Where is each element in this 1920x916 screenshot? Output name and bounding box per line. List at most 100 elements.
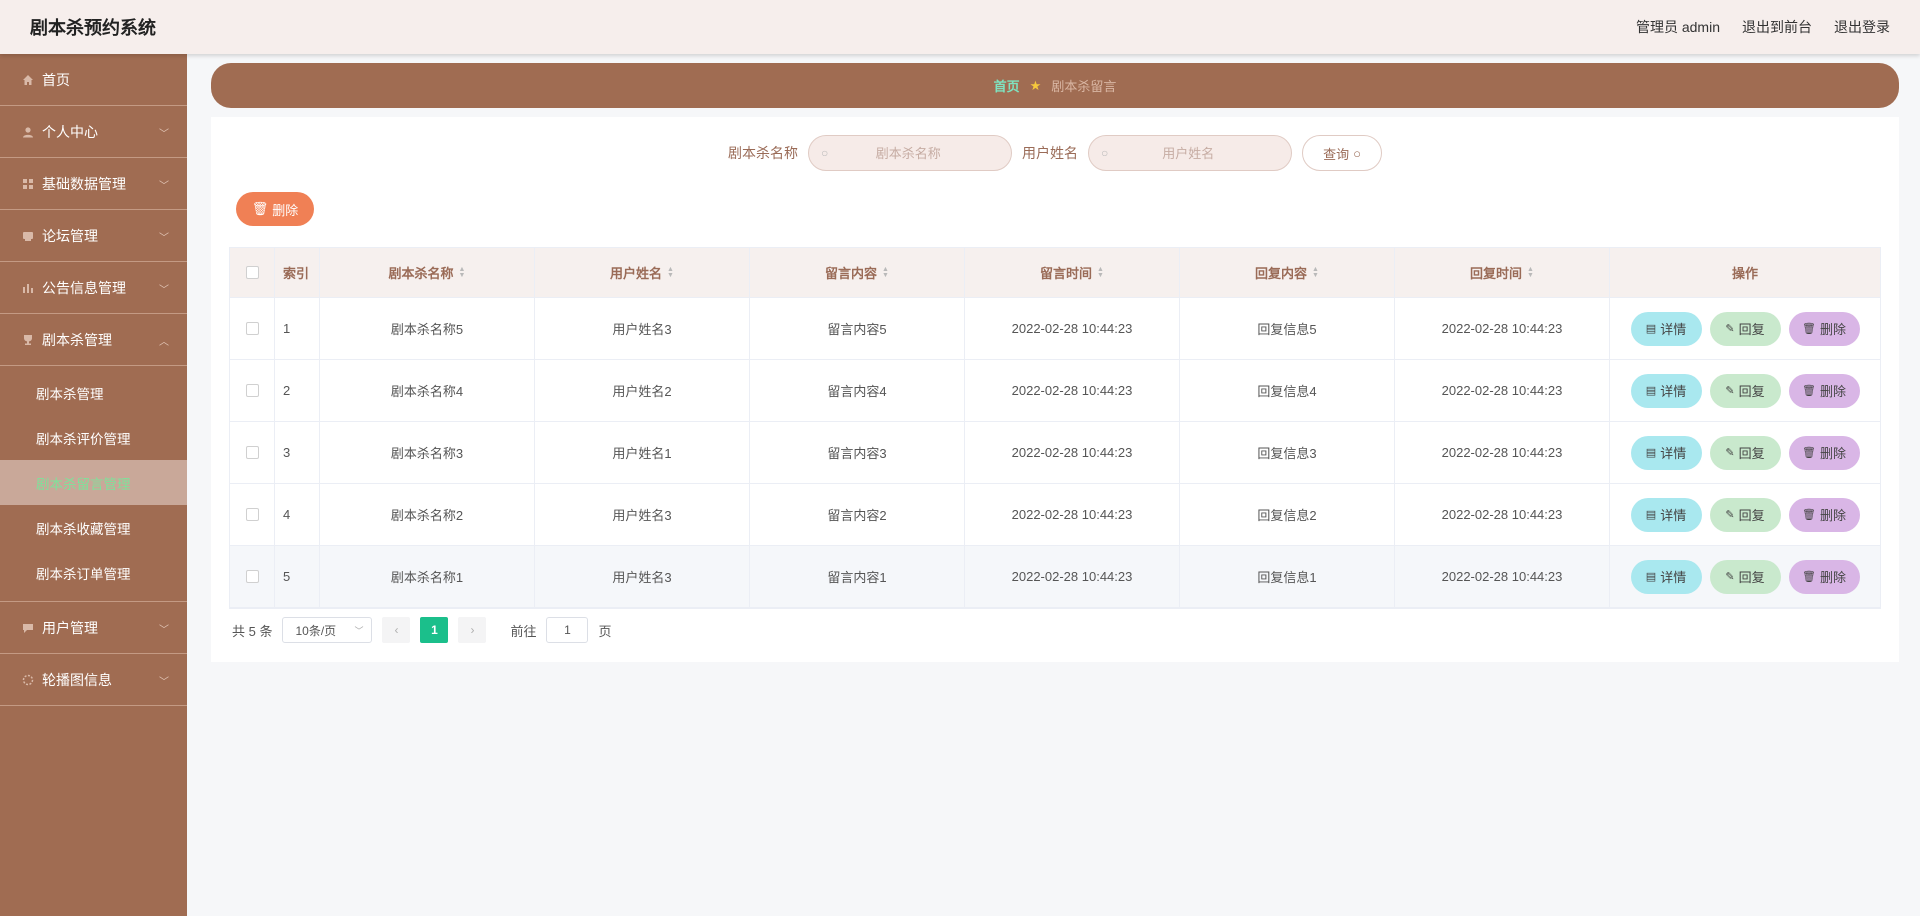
sidebar-item-home[interactable]: 首页	[0, 54, 187, 106]
name-search-input[interactable]	[828, 145, 989, 161]
sidebar-subitem-script-manage[interactable]: 剧本杀管理	[0, 370, 187, 415]
breadcrumb-home[interactable]: 首页	[994, 76, 1020, 95]
col-user-name[interactable]: 用户姓名 ▲ ▼	[535, 248, 750, 297]
document-icon: ▤	[1645, 571, 1657, 583]
sidebar-item-user-manage[interactable]: 用户管理 ﹀	[0, 602, 187, 654]
select-all-checkbox[interactable]	[245, 266, 259, 279]
prev-page-button[interactable]: ‹	[382, 617, 411, 643]
reply-button[interactable]: ✎ 回复	[1709, 559, 1781, 594]
sidebar-subitem-message-manage[interactable]: 剧本杀留言管理	[0, 460, 187, 505]
submenu-script-kill: 剧本杀管理 剧本杀评价管理 剧本杀留言管理 剧本杀收藏管理 剧本杀订单管理	[0, 366, 187, 602]
row-checkbox[interactable]	[245, 322, 259, 335]
row-actions: ▤ 详情 ✎ 回复 🗑 删除	[1610, 546, 1880, 607]
row-reply-time: 2022-02-28 10:44:23	[1395, 360, 1610, 421]
main-panel: 剧本杀名称 ○ 用户姓名 ○ 查询 ○ 🗑 删除 索引 剧本杀名称 ▲▼ 用户姓名…	[211, 117, 1899, 662]
row-script-name: 剧本杀名称3	[320, 422, 535, 483]
goto-page-input[interactable]	[546, 617, 589, 643]
breadcrumb: 首页 ★ 剧本杀留言	[211, 63, 1899, 108]
table-row: 1 剧本杀名称5 用户姓名3 留言内容5 2022-02-28 10:44:23…	[230, 298, 1880, 360]
page-size-select[interactable]: 10条/页 ﹀	[282, 617, 373, 643]
delete-button[interactable]: 🗑 删除	[1788, 373, 1860, 408]
batch-delete-button[interactable]: 🗑 删除	[236, 192, 314, 226]
row-reply-content: 回复信息4	[1180, 360, 1395, 421]
table-row: 3 剧本杀名称3 用户姓名1 留言内容3 2022-02-28 10:44:23…	[230, 422, 1880, 484]
sidebar-item-carousel[interactable]: 轮播图信息 ﹀	[0, 654, 187, 706]
delete-label: 删除	[1819, 446, 1846, 461]
sidebar-item-basic-data[interactable]: 基础数据管理 ﹀	[0, 158, 187, 210]
page-number-current[interactable]: 1	[420, 617, 449, 643]
detail-label: 详情	[1660, 322, 1687, 337]
row-message-content: 留言内容3	[750, 422, 965, 483]
trash-icon: 🗑	[1802, 571, 1816, 583]
row-user-name: 用户姓名3	[535, 298, 750, 359]
detail-button[interactable]: ▤ 详情	[1630, 373, 1702, 408]
delete-button[interactable]: 🗑 删除	[1788, 435, 1860, 470]
detail-button[interactable]: ▤ 详情	[1630, 435, 1702, 470]
home-icon	[23, 74, 33, 85]
table-row: 4 剧本杀名称2 用户姓名3 留言内容2 2022-02-28 10:44:23…	[230, 484, 1880, 546]
edit-icon: ✎	[1725, 447, 1735, 459]
delete-button[interactable]: 🗑 删除	[1788, 311, 1860, 346]
delete-button[interactable]: 🗑 删除	[1788, 497, 1860, 532]
goto-prefix: 前往	[510, 623, 537, 639]
row-reply-time: 2022-02-28 10:44:23	[1395, 422, 1610, 483]
row-reply-content: 回复信息5	[1180, 298, 1395, 359]
row-checkbox[interactable]	[245, 384, 259, 397]
col-message-content[interactable]: 留言内容 ▲ ▼	[750, 248, 965, 297]
col-script-name[interactable]: 剧本杀名称 ▲ ▼	[320, 248, 535, 297]
reply-button[interactable]: ✎ 回复	[1709, 497, 1781, 532]
chevron-down-icon: ﹀	[159, 677, 169, 688]
detail-button[interactable]: ▤ 详情	[1630, 311, 1702, 346]
reply-button[interactable]: ✎ 回复	[1709, 373, 1781, 408]
admin-label: 管理员 admin	[1635, 19, 1720, 35]
reply-button[interactable]: ✎ 回复	[1709, 435, 1781, 470]
sidebar-item-label: 轮播图信息	[42, 671, 112, 688]
reply-label: 回复	[1738, 508, 1765, 523]
reply-button[interactable]: ✎ 回复	[1709, 311, 1781, 346]
row-message-time: 2022-02-28 10:44:23	[965, 298, 1180, 359]
top-header: 剧本杀预约系统 管理员 admin 退出到前台 退出登录	[0, 0, 1920, 54]
sidebar-item-forum[interactable]: 论坛管理 ﹀	[0, 210, 187, 262]
user-search-field: ○	[1088, 135, 1292, 171]
sidebar-item-script-kill[interactable]: 剧本杀管理 ︿	[0, 314, 187, 366]
col-reply-content[interactable]: 回复内容 ▲ ▼	[1180, 248, 1395, 297]
row-select-cell	[230, 484, 275, 545]
row-checkbox[interactable]	[245, 446, 259, 459]
sidebar: 首页 个人中心 ﹀ 基础数据管理 ﹀ 论坛管理 ﹀ 公告信息管理 ﹀ 剧本杀管理…	[0, 54, 187, 916]
chevron-down-icon: ﹀	[159, 285, 169, 296]
sidebar-subitem-review-manage[interactable]: 剧本杀评价管理	[0, 415, 187, 460]
total-count: 共 5 条	[232, 623, 273, 639]
delete-label: 删除	[1819, 570, 1846, 585]
next-page-button[interactable]: ›	[458, 617, 487, 643]
user-icon	[23, 126, 33, 137]
row-checkbox[interactable]	[245, 570, 259, 583]
sidebar-subitem-order-manage[interactable]: 剧本杀订单管理	[0, 550, 187, 595]
delete-button[interactable]: 🗑 删除	[1788, 559, 1860, 594]
logout-link[interactable]: 退出登录	[1834, 17, 1890, 37]
row-message-time: 2022-02-28 10:44:23	[965, 422, 1180, 483]
edit-icon: ✎	[1725, 323, 1735, 335]
sidebar-item-notice[interactable]: 公告信息管理 ﹀	[0, 262, 187, 314]
table-row: 2 剧本杀名称4 用户姓名2 留言内容4 2022-02-28 10:44:23…	[230, 360, 1880, 422]
delete-label: 删除	[1819, 508, 1846, 523]
sidebar-subitem-favorite-manage[interactable]: 剧本杀收藏管理	[0, 505, 187, 550]
col-reply-time[interactable]: 回复时间 ▲ ▼	[1395, 248, 1610, 297]
user-search-input[interactable]	[1108, 145, 1269, 161]
document-icon: ▤	[1645, 323, 1657, 335]
app-title: 剧本杀预约系统	[30, 18, 156, 38]
pagination: 共 5 条 10条/页 ﹀ ‹ 1 › 前往 页	[232, 617, 612, 643]
reply-label: 回复	[1738, 322, 1765, 337]
chevron-down-icon: ﹀	[159, 129, 169, 140]
to-front-link[interactable]: 退出到前台	[1742, 17, 1812, 37]
batch-delete-label: 删除	[272, 202, 299, 218]
row-message-time: 2022-02-28 10:44:23	[965, 484, 1180, 545]
col-message-time[interactable]: 留言时间 ▲ ▼	[965, 248, 1180, 297]
document-icon: ▤	[1645, 509, 1657, 521]
row-select-cell	[230, 546, 275, 607]
row-checkbox[interactable]	[245, 508, 259, 521]
query-button[interactable]: 查询 ○	[1302, 135, 1382, 171]
sidebar-item-label: 基础数据管理	[42, 175, 126, 192]
detail-button[interactable]: ▤ 详情	[1630, 497, 1702, 532]
detail-button[interactable]: ▤ 详情	[1630, 559, 1702, 594]
sidebar-item-personal-center[interactable]: 个人中心 ﹀	[0, 106, 187, 158]
